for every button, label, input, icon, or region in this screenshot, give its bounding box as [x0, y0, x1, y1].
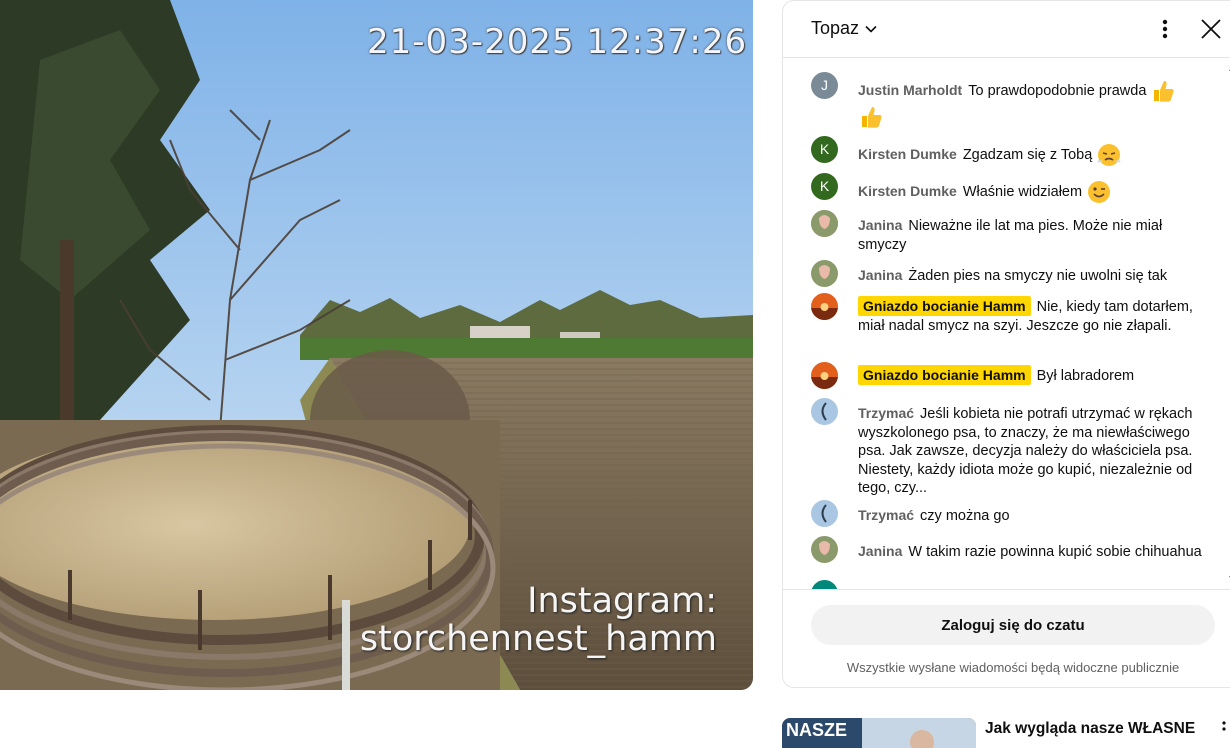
- avatar[interactable]: [811, 362, 838, 389]
- close-icon[interactable]: [1199, 17, 1223, 41]
- chat-header: Topaz: [783, 1, 1230, 58]
- video-timestamp: 21-03-2025 12:37:26: [367, 22, 748, 62]
- sunset-avatar-icon: [811, 362, 838, 389]
- avatar[interactable]: [811, 580, 838, 589]
- chevron-down-icon: [865, 25, 877, 33]
- bird-avatar-icon: [811, 500, 838, 527]
- more-options-icon[interactable]: [1153, 15, 1177, 43]
- more-options-icon[interactable]: [1218, 720, 1230, 736]
- public-messages-notice: Wszystkie wysłane wiadomości będą widocz…: [846, 660, 1180, 675]
- chat-text: czy można go: [920, 508, 1010, 524]
- avatar[interactable]: [811, 398, 838, 425]
- chat-text: Nieważne ile lat ma pies. Może nie miał …: [858, 218, 1163, 253]
- avatar[interactable]: [811, 210, 838, 237]
- tulip-avatar-icon: [811, 260, 838, 287]
- recommended-video-title[interactable]: Jak wygląda nasze WŁASNE: [985, 720, 1195, 738]
- chat-login-button[interactable]: Zaloguj się do czatu: [811, 605, 1215, 645]
- chat-author[interactable]: Trzymać: [858, 405, 914, 421]
- chat-author[interactable]: Janina: [858, 217, 902, 233]
- video-player[interactable]: 21-03-2025 12:37:26 Instagram: storchenn…: [0, 0, 753, 690]
- wink-face-icon: [1088, 181, 1111, 203]
- tulip-avatar-icon: [811, 536, 838, 563]
- chat-mode-label: Topaz: [811, 18, 860, 38]
- avatar[interactable]: J: [811, 72, 838, 99]
- avatar[interactable]: K: [811, 173, 838, 200]
- chat-author[interactable]: Kirsten Dumke: [858, 183, 957, 199]
- chat-text: W takim razie powinna kupić sobie chihua…: [908, 544, 1202, 560]
- bird-avatar-icon: [811, 398, 838, 425]
- chat-text: Zgadzam się z Tobą: [962, 146, 1093, 163]
- avatar[interactable]: [811, 500, 838, 527]
- thumbs-up-icon: [1154, 81, 1175, 102]
- chat-author[interactable]: Janina: [858, 267, 902, 283]
- instagram-overlay: Instagram: storchennest_hamm: [360, 582, 717, 658]
- chat-author[interactable]: Janina: [858, 543, 902, 559]
- chat-mode-selector[interactable]: Topaz: [811, 18, 877, 39]
- instagram-overlay-line1: Instagram:: [527, 581, 717, 621]
- thumbnail-text: NASZE: [786, 720, 847, 740]
- chat-footer: Zaloguj się do czatu Wszystkie wysłane w…: [783, 589, 1230, 687]
- chat-author[interactable]: Justin Marholdt: [858, 82, 962, 98]
- avatar[interactable]: [811, 293, 838, 320]
- avatar[interactable]: K: [811, 136, 838, 163]
- live-chat-panel: Topaz J Justin Marholdt To prawdopodobnie…: [782, 0, 1230, 688]
- chat-text: To prawdopodobnie prawda: [968, 82, 1147, 99]
- chat-text: Był labradorem: [1036, 368, 1135, 384]
- chat-author[interactable]: Kirsten Dumke: [858, 146, 957, 162]
- steam-face-icon: [1097, 144, 1122, 166]
- chat-text: Żaden pies na smyczy nie uwolni się tak: [908, 268, 1168, 284]
- sunset-avatar-icon: [811, 293, 838, 320]
- chat-text: Właśnie widziałem: [962, 183, 1083, 200]
- chat-author[interactable]: Trzymać: [858, 507, 914, 523]
- avatar[interactable]: [811, 536, 838, 563]
- tulip-avatar-icon: [811, 210, 838, 237]
- instagram-overlay-line2: storchennest_hamm: [359, 619, 717, 659]
- avatar[interactable]: [811, 260, 838, 287]
- thumbs-up-icon: [862, 107, 882, 128]
- owner-badge[interactable]: Gniazdo bocianie Hamm: [858, 296, 1031, 316]
- thumbnail-image: NASZE: [782, 718, 976, 748]
- owner-badge[interactable]: Gniazdo bocianie Hamm: [858, 365, 1031, 385]
- recommended-video-thumbnail[interactable]: NASZE: [782, 718, 976, 748]
- chat-message-list[interactable]: J Justin Marholdt To prawdopodobnie prawd…: [783, 59, 1223, 589]
